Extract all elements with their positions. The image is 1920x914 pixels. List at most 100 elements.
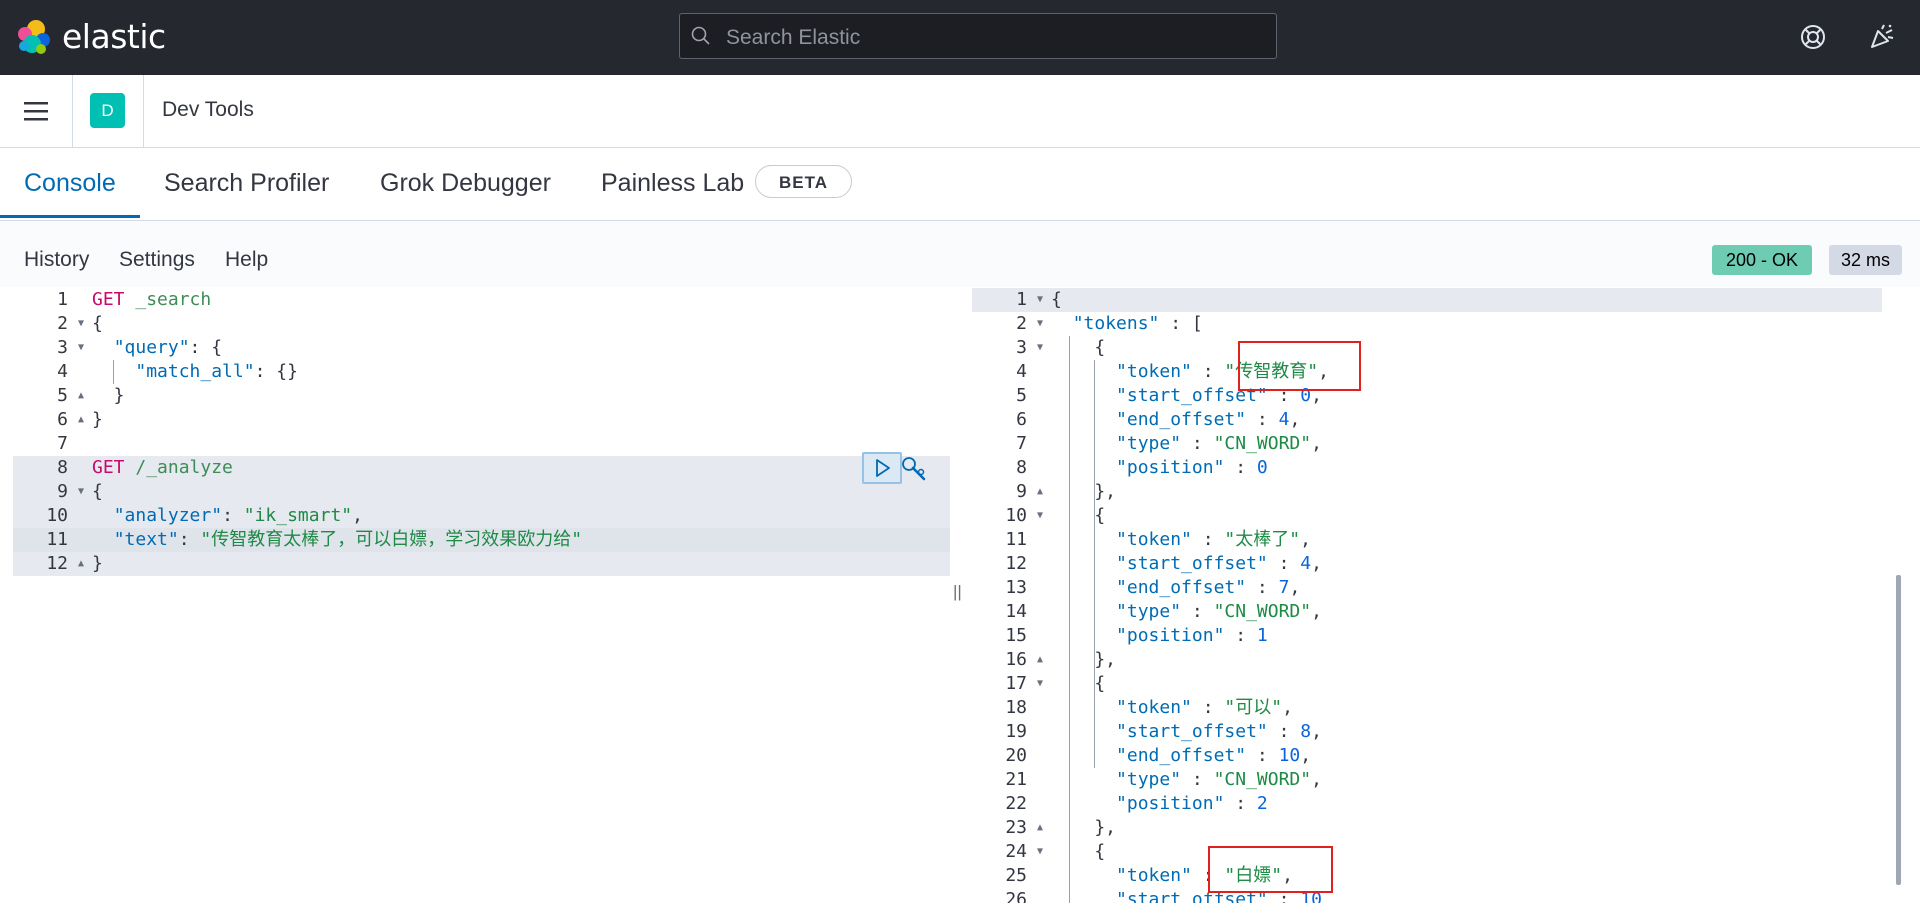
line-number: 12 ▲ [13,552,87,576]
fold-toggle-icon[interactable]: ▲ [78,384,84,408]
code-token: "CN_WORD" [1213,601,1312,622]
code-line: "text": "传智教育太棒了，可以白嫖，学习效果欧力给" [92,528,582,552]
code-token: "start_offset" [1116,721,1268,742]
tab-grok-debugger[interactable]: Grok Debugger [380,169,551,198]
wrench-icon[interactable] [900,455,928,483]
response-editor: 1 ▼{2 ▼ "tokens" : [3 ▼ {4 "token" : "传智教育"… [972,288,1906,903]
play-icon [876,459,890,477]
code-line: "tokens" : [ [1051,312,1203,336]
tab-console[interactable]: Console [24,169,116,198]
fold-toggle-icon[interactable]: ▼ [1037,840,1043,864]
code-token: 4 [1300,553,1312,574]
help-icon[interactable] [1799,23,1827,51]
fold-toggle-icon[interactable]: ▼ [1037,312,1043,336]
line-number-text: 9 [57,481,68,502]
code-token: : [1267,721,1301,742]
code-token: "text" [113,529,179,550]
tab-search-profiler[interactable]: Search Profiler [164,169,329,198]
code-token: { [1051,337,1106,358]
line-number-text: 8 [57,457,68,478]
settings-link[interactable]: Settings [119,248,195,272]
line-number-text: 9 [1016,481,1027,502]
code-line: "type" : "CN_WORD", [1051,432,1322,456]
code-line: { [92,480,103,504]
line-number-text: 2 [57,313,68,334]
fold-toggle-icon[interactable]: ▲ [1037,648,1043,672]
fold-toggle-icon[interactable]: ▼ [78,480,84,504]
code-line: "type" : "CN_WORD", [1051,768,1322,792]
response-scrollbar[interactable] [1896,575,1901,885]
code-line: "end_offset" : 4, [1051,408,1300,432]
fold-toggle-icon[interactable]: ▲ [78,408,84,432]
code-line: "match_all": {} [92,360,298,384]
code-line: "end_offset" : 10, [1051,744,1311,768]
fold-toggle-icon[interactable]: ▼ [1037,504,1043,528]
fold-toggle-icon[interactable]: ▼ [1037,288,1043,312]
code-token: "tokens" [1072,313,1160,334]
fold-toggle-icon[interactable]: ▲ [1037,480,1043,504]
fold-toggle-icon[interactable]: ▼ [78,312,84,336]
code-line: "type" : "CN_WORD", [1051,600,1322,624]
code-token: : [ [1159,313,1203,334]
line-number-text: 4 [1016,361,1027,382]
dev-tools-tabs: Console Search Profiler Grok Debugger Pa… [0,148,1920,221]
panel-resize-handle[interactable]: || [953,582,962,602]
line-number-text: 15 [1005,625,1027,646]
breadcrumb[interactable]: Dev Tools [162,98,254,122]
code-token: , [1282,697,1293,718]
code-token: , [352,505,363,526]
line-number-text: 6 [57,409,68,430]
history-link[interactable]: History [24,248,89,272]
code-token: "match_all" [135,361,255,382]
line-number: 5 ▲ [13,384,87,408]
code-line: "analyzer": "ik_smart", [92,504,363,528]
code-line: "position" : 1 [1051,624,1268,648]
indent-guide [1069,336,1070,903]
code-token: { [1051,673,1106,694]
newsfeed-icon[interactable] [1868,23,1896,51]
code-token: "CN_WORD" [1213,433,1312,454]
search-icon [691,26,710,45]
code-token: "type" [1116,601,1182,622]
fold-toggle-icon[interactable]: ▼ [1037,672,1043,696]
send-request-button[interactable] [862,452,902,484]
fold-toggle-icon[interactable]: ▼ [78,336,84,360]
request-editor[interactable]: 1 GET _search 2 ▼{3 ▼ "query": {4 "match_all… [13,288,950,903]
code-line: "position" : 0 [1051,456,1268,480]
code-line: GET _search [92,288,211,312]
line-number-text: 8 [1016,457,1027,478]
elastic-logo[interactable]: elastic [16,17,166,56]
line-number: 13 [972,576,1046,600]
help-link[interactable]: Help [225,248,268,272]
search-input[interactable]: Search Elastic [679,13,1277,59]
code-token: }, [1051,817,1117,838]
line-number: 5 [972,384,1046,408]
line-number: 20 [972,744,1046,768]
tab-painless-lab[interactable]: Painless Lab [601,169,744,198]
line-number: 2 ▼ [13,312,87,336]
line-number: 7 [13,432,87,456]
code-token: } [92,409,103,430]
line-number: 9 ▲ [972,480,1046,504]
fold-toggle-icon[interactable]: ▲ [78,552,84,576]
code-token: } [92,553,103,574]
fold-toggle-icon[interactable]: ▲ [1037,816,1043,840]
code-token: "传智教育太棒了，可以白嫖，学习效果欧力给" [200,529,583,550]
menu-icon[interactable] [24,101,48,121]
code-token: : [1246,577,1279,598]
line-number-text: 11 [1005,529,1027,550]
line-number: 8 [972,456,1046,480]
line-number-text: 24 [1005,841,1027,862]
code-line: } [92,384,125,408]
code-line: "query": { [92,336,222,360]
space-avatar[interactable]: D [90,93,125,128]
line-number-text: 20 [1005,745,1027,766]
code-token: { [1051,505,1106,526]
fold-toggle-icon[interactable]: ▼ [1037,336,1043,360]
line-number-text: 16 [1005,649,1027,670]
line-number-text: 5 [57,385,68,406]
